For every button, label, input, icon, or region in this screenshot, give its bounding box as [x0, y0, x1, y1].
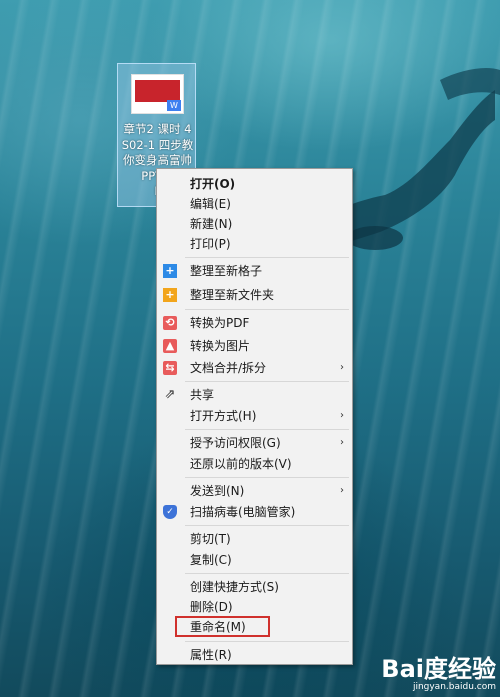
menu-item-create-shortcut[interactable]: 创建快捷方式(S): [157, 577, 352, 597]
baidu-jingyan-watermark: Bai度经验 jingyan.baidu.com: [381, 656, 496, 693]
merge-split-icon: ⇆: [163, 361, 177, 375]
watermark-brand: Bai度经验: [381, 655, 496, 683]
menu-item-copy[interactable]: 复制(C): [157, 550, 352, 570]
menu-item-label: 授予访问权限(G): [190, 436, 281, 450]
menu-item-open[interactable]: 打开(O): [157, 174, 352, 194]
plus-box-icon: +: [163, 264, 177, 278]
menu-item-label: 转换为PDF: [190, 316, 250, 330]
menu-item-organize-grid[interactable]: + 整理至新格子: [157, 261, 352, 281]
menu-item-label: 打开方式(H): [190, 409, 257, 423]
menu-item-scan-virus[interactable]: ✓ 扫描病毒(电脑管家): [157, 502, 352, 522]
menu-item-label: 编辑(E): [190, 197, 231, 211]
ppt-thumbnail: W: [131, 74, 184, 114]
menu-item-label: 转换为图片: [190, 339, 251, 353]
watermark-url: jingyan.baidu.com: [412, 682, 496, 692]
menu-item-label: 发送到(N): [190, 484, 245, 498]
menu-item-merge-split[interactable]: ⇆ 文档合并/拆分 ›: [157, 358, 352, 378]
menu-separator: [185, 573, 349, 574]
menu-item-cut[interactable]: 剪切(T): [157, 529, 352, 549]
menu-item-label: 删除(D): [190, 600, 233, 614]
shield-icon: ✓: [163, 505, 177, 519]
menu-item-label: 复制(C): [190, 553, 232, 567]
menu-separator: [185, 309, 349, 310]
menu-item-label: 打开(O): [190, 177, 236, 191]
share-icon: ⇗: [164, 387, 176, 402]
menu-item-restore-versions[interactable]: 还原以前的版本(V): [157, 454, 352, 474]
menu-item-delete[interactable]: 删除(D): [157, 597, 352, 617]
submenu-arrow-icon: ›: [340, 485, 344, 496]
image-convert-icon: ▲: [163, 339, 177, 353]
file-name-line: 你变身高富帅: [123, 153, 192, 167]
menu-item-edit[interactable]: 编辑(E): [157, 194, 352, 214]
rename-highlight-box: [175, 616, 270, 637]
menu-item-label: 整理至新格子: [190, 264, 263, 278]
context-menu: 打开(O) 编辑(E) 新建(N) 打印(P) + 整理至新格子 + 整理至新文…: [156, 168, 353, 665]
menu-item-open-with[interactable]: 打开方式(H) ›: [157, 406, 352, 426]
menu-item-label: 创建快捷方式(S): [190, 580, 279, 594]
menu-separator: [185, 257, 349, 258]
thumbnail-cover: [135, 80, 180, 102]
menu-item-print[interactable]: 打印(P): [157, 234, 352, 254]
file-name-line: S02-1 四步教: [121, 137, 194, 152]
menu-item-convert-pdf[interactable]: ⟲ 转换为PDF: [157, 313, 352, 333]
menu-item-grant-access[interactable]: 授予访问权限(G) ›: [157, 433, 352, 453]
file-name-line: 章节2 课时 4: [123, 122, 192, 136]
submenu-arrow-icon: ›: [340, 410, 344, 421]
wps-badge-icon: W: [167, 100, 181, 111]
menu-item-properties[interactable]: 属性(R): [157, 645, 352, 665]
menu-separator: [185, 477, 349, 478]
menu-separator: [185, 429, 349, 430]
menu-item-organize-folder[interactable]: + 整理至新文件夹: [157, 285, 352, 305]
menu-separator: [185, 381, 349, 382]
menu-item-label: 扫描病毒(电脑管家): [190, 505, 296, 519]
menu-item-share[interactable]: ⇗ 共享: [157, 385, 352, 405]
menu-item-label: 新建(N): [190, 217, 233, 231]
submenu-arrow-icon: ›: [340, 437, 344, 448]
submenu-arrow-icon: ›: [340, 362, 344, 373]
menu-item-label: 打印(P): [190, 237, 231, 251]
menu-separator: [185, 525, 349, 526]
menu-item-label: 整理至新文件夹: [190, 288, 275, 302]
menu-item-label: 属性(R): [190, 648, 232, 662]
menu-item-convert-image[interactable]: ▲ 转换为图片: [157, 336, 352, 356]
menu-item-label: 还原以前的版本(V): [190, 457, 292, 471]
plus-folder-icon: +: [163, 288, 177, 302]
menu-item-label: 文档合并/拆分: [190, 361, 267, 375]
menu-item-label: 共享: [190, 388, 215, 402]
menu-item-send-to[interactable]: 发送到(N) ›: [157, 481, 352, 501]
menu-item-new[interactable]: 新建(N): [157, 214, 352, 234]
menu-item-label: 剪切(T): [190, 532, 231, 546]
menu-separator: [185, 641, 349, 642]
pdf-convert-icon: ⟲: [163, 316, 177, 330]
